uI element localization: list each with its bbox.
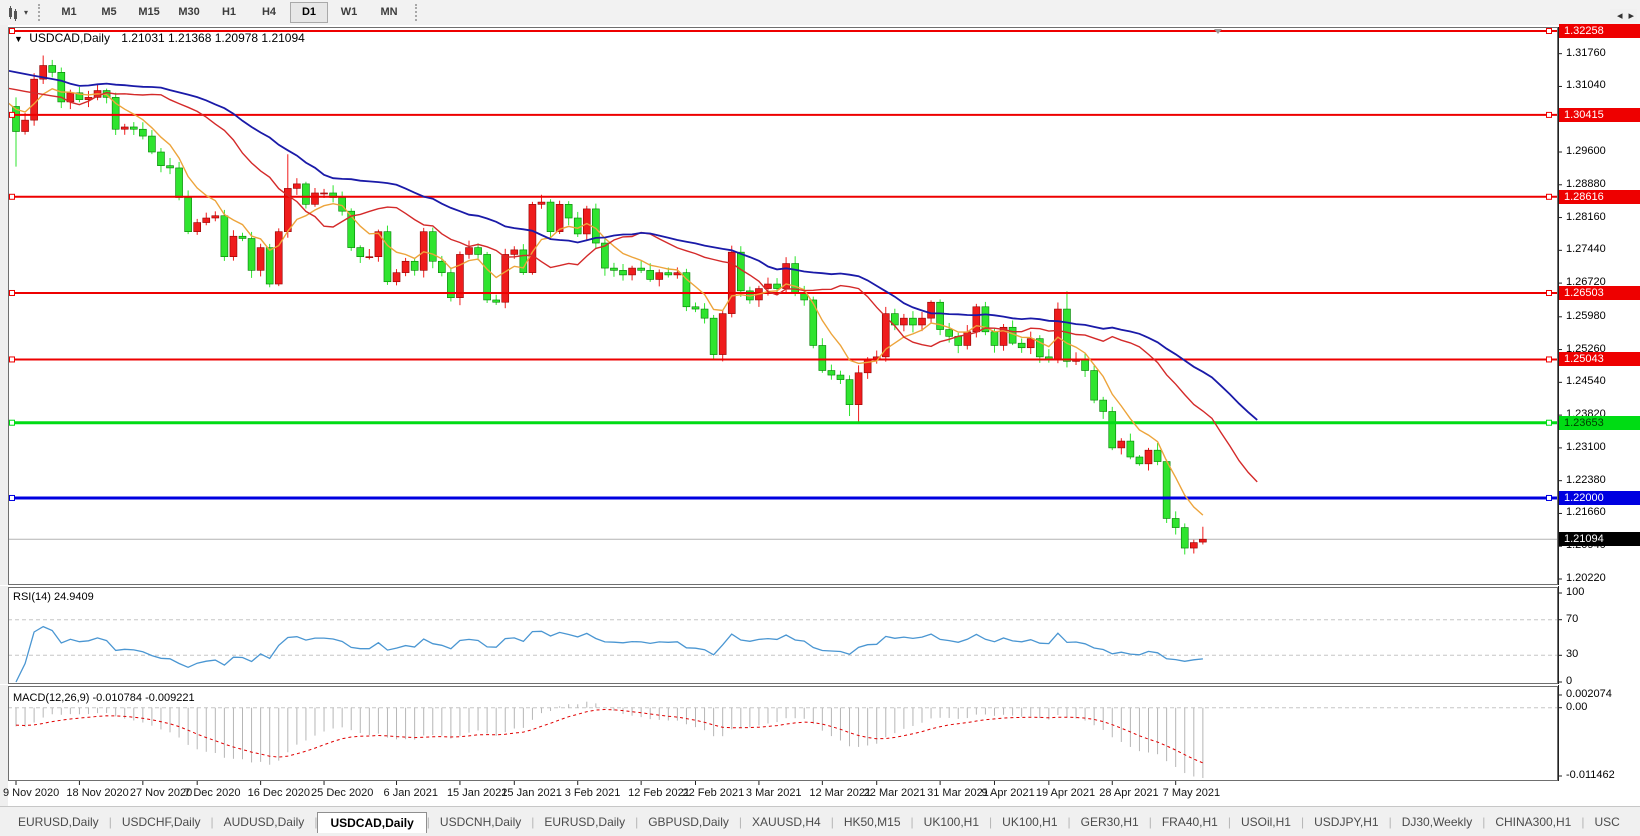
date-tick-label: 31 Mar 2021	[927, 787, 989, 799]
price-tick-label: 1.25980	[1566, 309, 1606, 322]
tab-scroll-arrows: ◂ ▸	[1609, 9, 1637, 22]
tab-eurusd-daily[interactable]: EURUSD,Daily	[8, 812, 109, 832]
tab-hk50-m15[interactable]: HK50,M15	[834, 812, 911, 832]
tab-gbpusd-daily[interactable]: GBPUSD,Daily	[638, 812, 739, 832]
tab-usdchf-daily[interactable]: USDCHF,Daily	[112, 812, 211, 832]
tab-china300-h1[interactable]: CHINA300,H1	[1485, 812, 1581, 832]
date-tick-label: 6 Jan 2021	[383, 787, 438, 799]
ohlc-values: 1.21031 1.21368 1.20978 1.21094	[121, 31, 305, 45]
tab-ger30-h1[interactable]: GER30,H1	[1071, 812, 1149, 832]
price-tick-label: 1.23100	[1566, 440, 1606, 453]
price-level-badge: 1.30415	[1559, 107, 1640, 122]
tab-eurusd-daily[interactable]: EURUSD,Daily	[534, 812, 635, 832]
date-tick-label: 9 Nov 2020	[3, 787, 60, 799]
tab-audusd-daily[interactable]: AUDUSD,Daily	[214, 812, 315, 832]
tab-xauusd-h4[interactable]: XAUUSD,H4	[742, 812, 831, 832]
tab-uk100-h1[interactable]: UK100,H1	[914, 812, 989, 832]
tab-usc[interactable]: USC	[1584, 812, 1629, 832]
price-tick-label: 1.20220	[1566, 572, 1606, 584]
rsi-tick-label: 70	[1566, 612, 1579, 625]
price-tick-label: 1.24540	[1566, 375, 1606, 388]
date-tick-label: 27 Nov 2020	[129, 787, 193, 799]
rsi-tick-label: 0	[1566, 675, 1573, 687]
rsi-tick-label: 100	[1566, 586, 1585, 598]
one-click-collapse-icon[interactable]: ▼	[14, 34, 23, 44]
rsi-tick-label: 30	[1566, 648, 1579, 661]
price-level-badge: 1.28616	[1559, 189, 1640, 204]
price-tick-label: 1.27440	[1566, 243, 1606, 256]
date-tick-label: 7 Dec 2020	[184, 787, 241, 799]
date-tick-label: 28 Apr 2021	[1099, 787, 1159, 799]
current-price-badge: 1.21094	[1559, 532, 1640, 547]
symbol-label: USDCAD,Daily	[29, 31, 110, 45]
price-level-badge: 1.26503	[1559, 285, 1640, 300]
tab-usdjpy-h1[interactable]: USDJPY,H1	[1304, 812, 1388, 832]
price-tick-label: 1.28880	[1566, 177, 1606, 190]
tab-usdcad-daily[interactable]: USDCAD,Daily	[317, 811, 427, 833]
price-tick-label: 1.29600	[1566, 145, 1606, 157]
tab-fra40-h1[interactable]: FRA40,H1	[1152, 812, 1228, 832]
chart-shift-marker[interactable]	[1214, 29, 1222, 34]
date-tick-label: 12 Mar 2021	[809, 787, 872, 799]
tab-usdcnh-daily[interactable]: USDCNH,Daily	[430, 812, 531, 832]
price-level-badge: 1.32258	[1559, 24, 1640, 38]
price-level-badge: 1.23653	[1559, 415, 1640, 430]
price-tick-label: 1.21660	[1566, 506, 1606, 519]
price-level-badge: 1.25043	[1559, 352, 1640, 367]
chart-title: ▼ USDCAD,Daily 1.21031 1.21368 1.20978 1…	[14, 31, 305, 45]
price-tick-label: 1.22380	[1566, 473, 1606, 486]
tab-dj30-weekly[interactable]: DJ30,Weekly	[1392, 812, 1482, 832]
tabs-scroll-left-icon[interactable]: ◂	[1617, 10, 1623, 22]
date-tick-label: 12 Feb 2021	[628, 787, 690, 799]
macd-tick-label: -0.011462	[1566, 769, 1615, 781]
date-tick-label: 22 Mar 2021	[863, 787, 926, 799]
tabs-scroll-right-icon[interactable]: ▸	[1628, 10, 1634, 22]
macd-label: MACD(12,26,9) -0.010784 -0.009221	[13, 692, 195, 704]
price-tick-label: 1.28160	[1566, 210, 1606, 223]
date-tick-label: 9 Apr 2021	[981, 787, 1035, 799]
date-tick-label: 16 Dec 2020	[247, 787, 310, 799]
date-tick-label: 22 Feb 2021	[682, 787, 745, 799]
date-tick-label: 25 Dec 2020	[311, 787, 374, 799]
price-tick-label: 1.31040	[1566, 79, 1606, 92]
date-tick-label: 25 Jan 2021	[501, 787, 562, 799]
date-tick-label: 3 Mar 2021	[745, 787, 802, 799]
macd-tick-label: 0.002074	[1566, 687, 1612, 700]
price-level-badge: 1.22000	[1559, 490, 1640, 505]
date-tick-label: 18 Nov 2020	[66, 787, 129, 799]
date-tick-label: 15 Jan 2021	[446, 787, 508, 799]
chart-canvas[interactable]	[0, 0, 1640, 836]
macd-tick-label: 0.00	[1566, 700, 1588, 713]
tab-usoil-h1[interactable]: USOil,H1	[1231, 812, 1301, 832]
date-tick-label: 7 May 2021	[1162, 787, 1221, 799]
symbol-tabs-bar: EURUSD,Daily | USDCHF,Daily | AUDUSD,Daily | U…	[0, 806, 1640, 836]
date-tick-label: 3 Feb 2021	[564, 787, 621, 799]
date-tick-label: 19 Apr 2021	[1035, 787, 1096, 799]
rsi-label: RSI(14) 24.9409	[13, 591, 94, 603]
trading-terminal-window: ▾ M1 M5 M15 M30 H1 H4 D1 W1 MN ▼ USDCAD,Daily 1.…	[0, 0, 1640, 836]
tab-uk100-h1[interactable]: UK100,H1	[992, 812, 1067, 832]
price-tick-label: 1.31760	[1566, 46, 1606, 59]
